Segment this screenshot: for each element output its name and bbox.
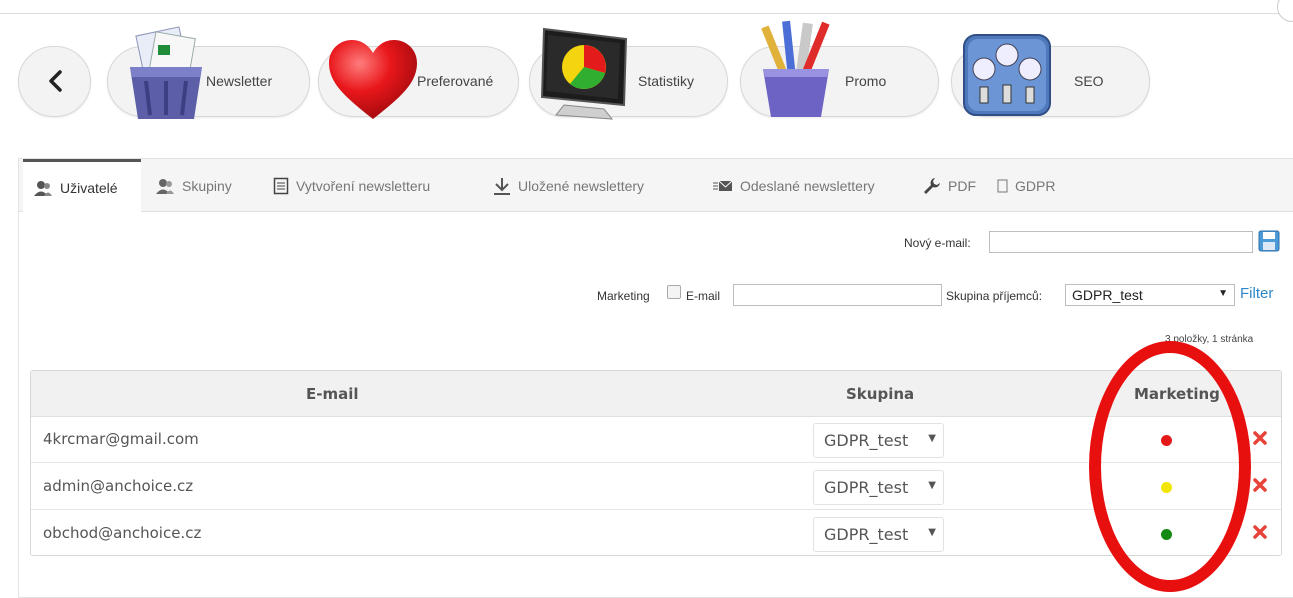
row-group-select[interactable]: GDPR_test ▼ bbox=[813, 470, 944, 505]
tab-sent-newsletters-label: Odeslané newslettery bbox=[740, 177, 875, 194]
row-group-value: GDPR_test bbox=[824, 525, 909, 544]
gauges-icon bbox=[963, 34, 1051, 116]
filter-link[interactable]: Filter bbox=[1240, 285, 1273, 302]
subscribers-table: E-mail Skupina Marketing 4krcmar@gmail.c… bbox=[30, 370, 1282, 556]
marketing-filter-label: Marketing bbox=[597, 289, 650, 303]
row-group-value: GDPR_test bbox=[824, 478, 909, 497]
table-row: 4krcmar@gmail.com GDPR_test ▼ bbox=[31, 417, 1281, 463]
module-preferred-label: Preferované bbox=[417, 73, 494, 89]
row-group-value: GDPR_test bbox=[824, 431, 909, 450]
module-newsletter-button[interactable]: Newsletter bbox=[107, 26, 310, 119]
module-statistics-button[interactable]: Statistiky bbox=[529, 27, 728, 120]
module-statistics-label: Statistiky bbox=[638, 73, 695, 89]
group-icon bbox=[156, 178, 174, 194]
pie-chart-monitor-icon bbox=[540, 27, 628, 120]
window-corner-control[interactable] bbox=[1277, 0, 1293, 22]
dropdown-arrow-icon: ▼ bbox=[1218, 288, 1228, 299]
tab-bar: Uživatelé Skupiny Vytvoření newsletteru … bbox=[19, 159, 1293, 213]
delete-icon[interactable] bbox=[1252, 430, 1268, 446]
box-icon bbox=[997, 179, 1008, 192]
back-button[interactable] bbox=[18, 46, 91, 117]
tab-pdf[interactable]: PDF bbox=[923, 159, 976, 212]
group-filter-value: GDPR_test bbox=[1072, 287, 1143, 303]
module-promo-button[interactable]: Promo bbox=[740, 20, 939, 117]
recycle-bin-newsletter-icon bbox=[130, 26, 202, 119]
delete-icon[interactable] bbox=[1252, 524, 1268, 540]
email-filter-label: E-mail bbox=[686, 289, 721, 303]
tab-gdpr-label: GDPR bbox=[1015, 177, 1056, 194]
new-email-input[interactable] bbox=[989, 231, 1253, 253]
marketing-status-dot bbox=[1161, 435, 1172, 446]
document-icon bbox=[273, 177, 289, 194]
column-header-marketing[interactable]: Marketing bbox=[1134, 385, 1220, 403]
envelope-icon bbox=[713, 180, 733, 191]
module-preferred-button[interactable]: Preferované bbox=[318, 40, 519, 119]
wrench-icon bbox=[924, 177, 940, 194]
tab-saved-newsletters[interactable]: Uložené newslettery bbox=[493, 159, 644, 212]
module-promo-label: Promo bbox=[845, 73, 887, 89]
dropdown-arrow-icon: ▼ bbox=[928, 527, 936, 538]
row-group-select[interactable]: GDPR_test ▼ bbox=[813, 517, 944, 552]
group-filter-select[interactable]: GDPR_test ▼ bbox=[1065, 284, 1235, 306]
table-row: obchod@anchoice.cz GDPR_test ▼ bbox=[31, 511, 1281, 555]
tab-gdpr[interactable]: GDPR bbox=[997, 159, 1055, 212]
tab-users-label: Uživatelé bbox=[60, 179, 118, 196]
dropdown-arrow-icon: ▼ bbox=[928, 480, 936, 491]
save-icon[interactable] bbox=[1258, 230, 1280, 252]
tab-groups-label: Skupiny bbox=[182, 177, 232, 194]
chevron-left-icon bbox=[49, 70, 62, 92]
tab-pdf-label: PDF bbox=[948, 177, 976, 194]
new-email-label: Nový e-mail: bbox=[904, 236, 971, 250]
download-icon bbox=[494, 177, 510, 195]
users-icon bbox=[34, 180, 52, 196]
dropdown-arrow-icon: ▼ bbox=[928, 433, 936, 444]
column-header-email[interactable]: E-mail bbox=[306, 385, 359, 403]
delete-icon[interactable] bbox=[1252, 477, 1268, 493]
marketing-status-dot bbox=[1161, 529, 1172, 540]
module-seo-button[interactable]: SEO bbox=[951, 34, 1150, 117]
module-newsletter-label: Newsletter bbox=[206, 73, 273, 89]
column-header-group[interactable]: Skupina bbox=[846, 385, 914, 403]
row-email: obchod@anchoice.cz bbox=[43, 524, 202, 542]
tab-create-newsletter-label: Vytvoření newsletteru bbox=[296, 177, 431, 194]
group-filter-label: Skupina příjemců: bbox=[946, 289, 1043, 303]
module-seo-label: SEO bbox=[1074, 73, 1104, 89]
tab-saved-newsletters-label: Uložené newslettery bbox=[518, 177, 645, 194]
row-email: 4krcmar@gmail.com bbox=[43, 430, 199, 448]
table-row: admin@anchoice.cz GDPR_test ▼ bbox=[31, 464, 1281, 510]
row-group-select[interactable]: GDPR_test ▼ bbox=[813, 423, 944, 458]
email-filter-input[interactable] bbox=[733, 284, 942, 306]
heart-icon bbox=[329, 40, 417, 119]
pencil-cup-icon bbox=[761, 20, 830, 117]
tab-groups[interactable]: Skupiny bbox=[155, 159, 232, 212]
marketing-checkbox[interactable] bbox=[667, 285, 681, 299]
table-header: E-mail Skupina Marketing bbox=[31, 371, 1281, 417]
tab-create-newsletter[interactable]: Vytvoření newsletteru bbox=[273, 159, 430, 212]
pagination-info: 3 položky, 1 stránka bbox=[1165, 334, 1254, 345]
top-border bbox=[0, 0, 1293, 14]
row-email: admin@anchoice.cz bbox=[43, 477, 194, 495]
marketing-status-dot bbox=[1161, 482, 1172, 493]
tab-users[interactable]: Uživatelé bbox=[23, 159, 141, 213]
tab-sent-newsletters[interactable]: Odeslané newslettery bbox=[713, 159, 875, 212]
